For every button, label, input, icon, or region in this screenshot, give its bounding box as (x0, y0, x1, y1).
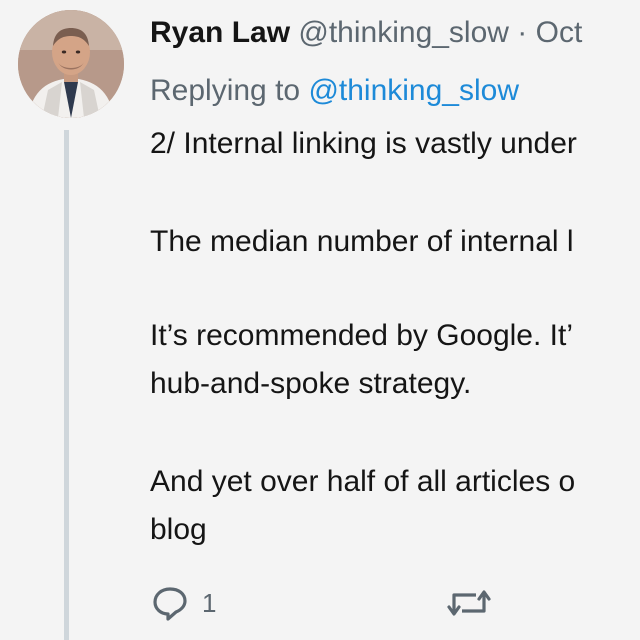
retweet-icon (447, 590, 491, 616)
avatar-photo (18, 10, 124, 118)
retweet-button[interactable] (446, 583, 504, 623)
author-handle[interactable]: @thinking_slow (298, 16, 509, 49)
replying-to-handle[interactable]: @thinking_slow (308, 74, 519, 107)
tweet-text-line: The median number of internal l (150, 225, 574, 258)
header-separator: · (517, 16, 528, 49)
tweet-text-line: And yet over half of all articles o (150, 465, 576, 498)
tweet-text-line: 2/ Internal linking is vastly under (150, 127, 577, 160)
avatar[interactable] (18, 10, 124, 118)
tweet-text-line: It’s recommended by Google. It’ (150, 319, 573, 352)
tweet-text-line: blog (150, 513, 207, 546)
tweet-actions: 1 (150, 583, 640, 633)
tweet-header: Ryan Law @thinking_slow · Oct (150, 14, 582, 52)
reply-button[interactable]: 1 (150, 583, 216, 623)
tweet[interactable]: Ryan Law @thinking_slow · Oct Replying t… (0, 0, 640, 640)
reply-count: 1 (202, 587, 217, 618)
tweet-text-line: hub-and-spoke strategy. (150, 367, 472, 400)
author-name[interactable]: Ryan Law (150, 16, 290, 49)
thread-line (64, 130, 69, 640)
replying-to: Replying to @thinking_slow (150, 72, 519, 110)
reply-bubble-icon (153, 587, 187, 621)
tweet-date[interactable]: Oct (536, 16, 583, 49)
replying-to-label: Replying to (150, 74, 309, 107)
